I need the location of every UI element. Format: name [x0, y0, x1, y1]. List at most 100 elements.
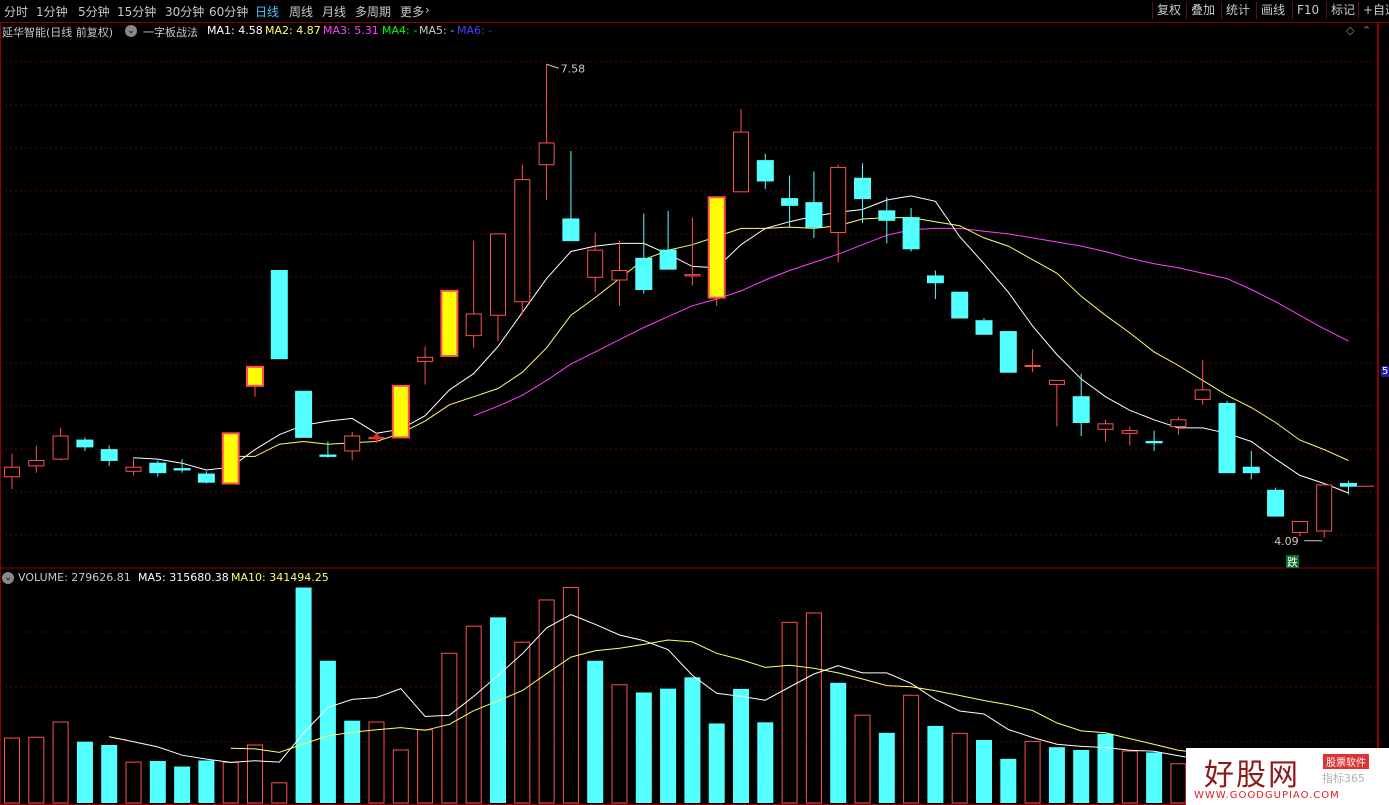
- tool-2[interactable]: 统计: [1221, 2, 1254, 19]
- candle-up: [1097, 423, 1114, 430]
- volume-bar-down: [927, 725, 944, 803]
- axis-price-marker: 5: [1381, 366, 1389, 377]
- volume-bar-down: [1097, 733, 1114, 803]
- volume-bar-up: [28, 736, 45, 804]
- candle-limit-up: [440, 289, 459, 357]
- candle-down: [197, 473, 215, 483]
- logo-badge: 股票软件: [1323, 754, 1369, 769]
- volume-bar-up: [4, 737, 20, 804]
- volume-bar-up: [368, 721, 385, 804]
- volume-bar-down: [319, 660, 336, 803]
- volume-bar-down: [295, 587, 312, 803]
- high-marker-line: [546, 63, 559, 69]
- volume-bar-up: [247, 744, 263, 804]
- volume-bar-down: [660, 688, 677, 803]
- tab-1[interactable]: 1分钟: [36, 3, 68, 20]
- tool-5[interactable]: 标记: [1326, 2, 1359, 19]
- volume-bar-down: [830, 682, 847, 803]
- volume-bar-up: [611, 684, 628, 804]
- candle-down: [926, 275, 944, 284]
- volume-bar-down: [490, 617, 506, 803]
- candle-down: [1267, 489, 1285, 517]
- period-toolbar: 分时 1分钟 5分钟 15分钟 30分钟 60分钟 日线 周线 月线 多周期 更多 › 复权 叠加 统计…: [0, 0, 1389, 23]
- volume-bar-up: [52, 721, 69, 804]
- volume-bar-up: [1121, 750, 1138, 804]
- sell-marker-label: 跌: [1287, 555, 1298, 569]
- candle-up: [465, 313, 482, 337]
- volume-bar-down: [1073, 749, 1090, 803]
- candle-up: [1316, 484, 1333, 532]
- candle-down: [1218, 402, 1236, 474]
- volume-bar-down: [198, 760, 215, 803]
- candle-up: [28, 459, 45, 467]
- candle-up: [1170, 419, 1187, 428]
- candle-up: [1194, 389, 1211, 400]
- candle-down: [562, 218, 580, 242]
- candle-down: [635, 257, 653, 291]
- candle-up: [514, 179, 531, 303]
- volume-bar-down: [174, 766, 191, 803]
- candle-up: [1121, 430, 1138, 434]
- volume-bar-down: [708, 723, 725, 803]
- candle-up: [4, 466, 20, 478]
- volume-bar-up: [538, 599, 555, 804]
- volume-bar-up: [222, 761, 239, 804]
- volume-bar-up: [1170, 763, 1187, 804]
- tab-2[interactable]: 5分钟: [78, 3, 110, 20]
- candle-up: [490, 233, 506, 316]
- candle-up: [52, 435, 69, 460]
- candle-down: [1145, 440, 1163, 444]
- tool-3[interactable]: 画线: [1256, 2, 1289, 19]
- candle-down: [319, 454, 337, 457]
- candle-up: [1024, 364, 1041, 367]
- tab-6[interactable]: 日线: [255, 3, 279, 20]
- candle-down: [1340, 483, 1357, 487]
- tab-9[interactable]: 多周期: [355, 3, 391, 20]
- logo-sub: 指标365: [1322, 772, 1365, 785]
- tab-3[interactable]: 15分钟: [117, 3, 156, 20]
- tool-0[interactable]: 复权: [1152, 2, 1185, 19]
- tab-8[interactable]: 月线: [322, 3, 346, 20]
- candle-down: [270, 270, 288, 360]
- candle-limit-up: [221, 432, 240, 485]
- candle-up: [830, 166, 847, 234]
- tool-1[interactable]: 叠加: [1186, 2, 1219, 19]
- volume-bar-up: [562, 587, 579, 804]
- candle-down: [149, 462, 167, 474]
- tab-0[interactable]: 分时: [4, 3, 28, 20]
- volume-bar-down: [1000, 758, 1017, 803]
- volume-bar-up: [441, 652, 458, 804]
- candle-down: [659, 249, 677, 270]
- volume-bar-down: [757, 722, 774, 803]
- tab-5[interactable]: 60分钟: [209, 3, 248, 20]
- candle-down: [951, 291, 969, 319]
- candle-limit-up: [391, 384, 410, 439]
- tool-4[interactable]: F10: [1292, 2, 1323, 19]
- kline-chart[interactable]: 7.58 4.09 跌: [0, 22, 1378, 805]
- volume-bar-up: [805, 612, 822, 804]
- volume-bar-down: [1048, 747, 1065, 803]
- candle-down: [295, 390, 313, 438]
- high-price-label: 7.58: [561, 62, 586, 75]
- volume-bar-down: [101, 744, 118, 803]
- volume-bar-up: [903, 694, 920, 804]
- tab-10[interactable]: 更多: [400, 3, 424, 20]
- ma1-line: [133, 195, 1349, 494]
- volume-bar-down: [1146, 752, 1163, 803]
- candle-up: [538, 142, 555, 166]
- tab-4[interactable]: 30分钟: [165, 3, 204, 20]
- candle-up: [1048, 379, 1065, 385]
- candle-up: [125, 466, 142, 472]
- candle-down: [76, 439, 94, 448]
- candle-up: [417, 356, 434, 362]
- volume-ma5-line: [109, 614, 1349, 777]
- volume-bar-down: [149, 761, 166, 803]
- candle-down: [1242, 466, 1260, 474]
- tab-7[interactable]: 周线: [289, 3, 313, 20]
- tool-6[interactable]: +自选: [1358, 2, 1389, 19]
- more-icon[interactable]: ›: [425, 3, 430, 17]
- candle-down: [975, 320, 993, 335]
- candle-up: [1291, 521, 1308, 533]
- volume-bar-down: [976, 740, 992, 803]
- volume-bar-up: [392, 749, 409, 804]
